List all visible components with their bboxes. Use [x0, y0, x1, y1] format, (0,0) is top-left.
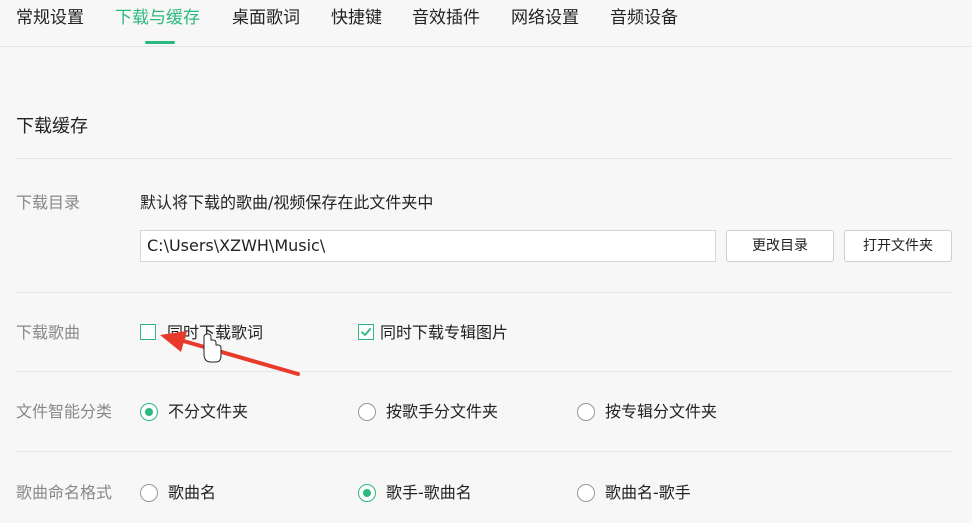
radio-by-album[interactable] [577, 403, 595, 421]
radio-song-name-label[interactable]: 歌曲名 [168, 481, 216, 505]
tab-general[interactable]: 常规设置 [16, 6, 84, 30]
tab-network[interactable]: 网络设置 [511, 6, 579, 30]
active-tab-indicator [145, 41, 175, 44]
download-lyrics-checkbox[interactable] [140, 324, 156, 340]
radio-song-name[interactable] [140, 484, 158, 502]
download-album-art-label[interactable]: 同时下载专辑图片 [380, 321, 508, 345]
open-folder-button[interactable]: 打开文件夹 [844, 230, 952, 262]
radio-by-album-label[interactable]: 按专辑分文件夹 [605, 400, 717, 424]
download-album-art-checkbox[interactable] [358, 324, 374, 340]
naming-format-label: 歌曲命名格式 [16, 483, 113, 502]
radio-by-artist-label[interactable]: 按歌手分文件夹 [386, 400, 498, 424]
download-path-field[interactable]: C:\Users\XZWH\Music\ [140, 230, 716, 262]
download-lyrics-label[interactable]: 同时下载歌词 [167, 321, 263, 345]
radio-by-artist[interactable] [358, 403, 376, 421]
radio-artist-song-label[interactable]: 歌手-歌曲名 [386, 481, 472, 505]
divider [16, 451, 952, 452]
tab-download-cache[interactable]: 下载与缓存 [115, 6, 200, 30]
tab-shortcuts[interactable]: 快捷键 [331, 6, 382, 30]
change-dir-button[interactable]: 更改目录 [726, 230, 834, 262]
download-songs-label: 下载歌曲 [16, 323, 81, 342]
radio-artist-song[interactable] [358, 484, 376, 502]
tab-desktop-lyrics[interactable]: 桌面歌词 [232, 6, 300, 30]
divider [16, 292, 952, 293]
download-dir-description: 默认将下载的歌曲/视频保存在此文件夹中 [140, 193, 434, 212]
divider [16, 371, 952, 372]
radio-no-folders-label[interactable]: 不分文件夹 [168, 400, 248, 424]
section-title: 下载缓存 [16, 116, 88, 137]
radio-no-folders[interactable] [140, 403, 158, 421]
tab-audio-plugins[interactable]: 音效插件 [412, 6, 480, 30]
radio-song-artist-label[interactable]: 歌曲名-歌手 [605, 481, 691, 505]
divider [16, 158, 952, 159]
file-classification-label: 文件智能分类 [16, 402, 113, 421]
tab-audio-devices[interactable]: 音频设备 [610, 6, 678, 30]
download-dir-label: 下载目录 [16, 193, 81, 212]
checkmark-icon [361, 328, 372, 336]
radio-song-artist[interactable] [577, 484, 595, 502]
settings-tab-bar: 常规设置 下载与缓存 桌面歌词 快捷键 音效插件 网络设置 音频设备 [0, 0, 972, 47]
